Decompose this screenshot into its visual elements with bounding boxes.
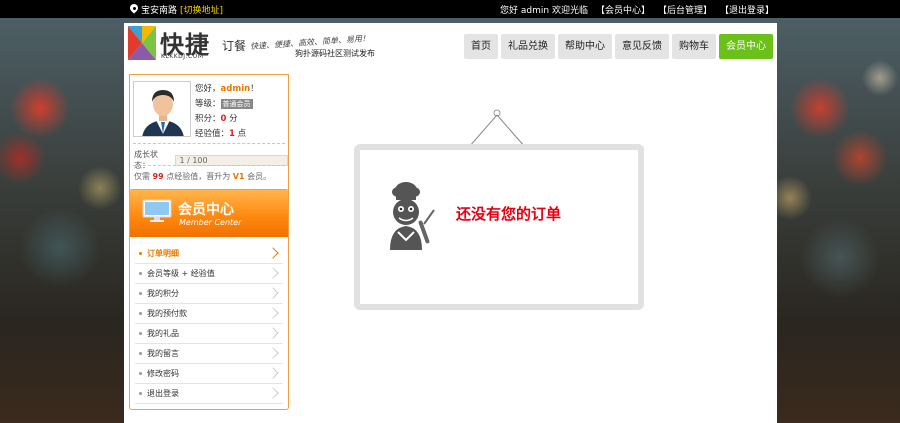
user-hello: 您好，admin！ [195, 82, 259, 97]
nav-cart[interactable]: 购物车 [672, 34, 716, 59]
chef-icon [390, 182, 435, 250]
main-container: 快捷 订餐 KLKKDJ.COM 快速、便捷、高效、简单、易用！ 狗扑源码社区测… [124, 23, 777, 423]
nav-feedback[interactable]: 意见反馈 [615, 34, 669, 59]
growth-progress-bar: 1 / 100 [175, 154, 288, 166]
menu-item-prepayment[interactable]: 我的预付款 [135, 304, 283, 324]
menu-item-label: 会员等级 + 经验值 [147, 269, 215, 278]
empty-orders-board: 还没有您的订单 [354, 144, 644, 310]
location-pin-icon [130, 4, 138, 15]
growth-status: 成长状态： 1 / 100 [134, 149, 288, 171]
menu-item-change-password[interactable]: 修改密码 [135, 364, 283, 384]
menu-item-label: 退出登录 [147, 389, 179, 398]
growth-label: 成长状态： [134, 150, 158, 170]
chevron-right-icon [267, 287, 279, 299]
chevron-right-icon [267, 367, 279, 379]
nav-home[interactable]: 首页 [464, 34, 498, 59]
avatar [133, 81, 191, 137]
divider [133, 165, 285, 166]
tip-mid: 点经验值，晋升为 [166, 172, 231, 181]
menu-item-logout[interactable]: 退出登录 [135, 384, 283, 404]
chevron-right-icon [267, 247, 279, 259]
menu-item-label: 修改密码 [147, 369, 179, 378]
username: admin [220, 84, 251, 94]
tip-prefix: 仅需 [134, 172, 150, 181]
tip-level: V1 [232, 172, 245, 181]
exp-unit: 点 [237, 129, 247, 139]
menu-item-level-exp[interactable]: 会员等级 + 经验值 [135, 264, 283, 284]
level-label: 等级： [195, 99, 221, 109]
member-center-subtitle: Member Center [179, 218, 242, 227]
chevron-right-icon [267, 327, 279, 339]
menu-item-label: 订单明细 [147, 249, 179, 258]
member-center-title: 会员中心 [178, 202, 234, 218]
exp-label: 经验值： [195, 129, 230, 139]
menu-item-my-gifts[interactable]: 我的礼品 [135, 324, 283, 344]
member-center-menu: 会员中心 Member Center 订单明细 会员等级 + 经验值 我的积分 … [129, 189, 289, 410]
divider [133, 143, 285, 144]
nav-gift-exchange[interactable]: 礼品兑换 [501, 34, 555, 59]
menu-item-my-points[interactable]: 我的积分 [135, 284, 283, 304]
chevron-right-icon [267, 267, 279, 279]
location-area: 宝安南路 [切换地址] [130, 3, 223, 16]
menu-item-label: 我的礼品 [147, 329, 179, 338]
points-label: 积分： [195, 114, 221, 124]
tagline: 狗扑源码社区测试发布 [295, 49, 375, 58]
menu-item-label: 我的积分 [147, 289, 179, 298]
nav-member-center[interactable]: 会员中心 [719, 34, 773, 59]
chevron-right-icon [267, 347, 279, 359]
menu-item-label: 我的留言 [147, 349, 179, 358]
nav-help-center[interactable]: 帮助中心 [558, 34, 612, 59]
user-exp: 经验值：1 点 [195, 127, 259, 142]
points-value: 0 [220, 114, 227, 124]
switch-address-link[interactable]: [切换地址] [180, 3, 223, 16]
greeting-text: 您好 admin 欢迎光临 [500, 6, 588, 16]
hello-prefix: 您好， [195, 84, 221, 94]
user-info: 您好，admin！ 等级： 普通会员 积分：0 分 经验值：1 点 [195, 82, 259, 142]
top-bar: 宝安南路 [切换地址] 您好 admin 欢迎光临 【会员中心】 【后台管理】 … [0, 0, 900, 18]
logout-link[interactable]: 【退出登录】 [720, 3, 774, 16]
upgrade-tip: 仅需 99 点经验值，晋升为 V1 会员。 [134, 171, 271, 182]
chevron-right-icon [267, 307, 279, 319]
user-points: 积分：0 分 [195, 112, 259, 127]
user-avatar-icon [134, 82, 190, 136]
points-unit: 分 [229, 114, 238, 124]
current-location: 宝安南路 [141, 6, 178, 16]
main-nav: 首页 礼品兑换 帮助中心 意见反馈 购物车 会员中心 [464, 34, 773, 59]
user-panel: 您好，admin！ 等级： 普通会员 积分：0 分 经验值：1 点 成长状态： 1… [129, 74, 289, 206]
logo-url: KLKKDJ.COM [161, 53, 204, 60]
top-links: 您好 admin 欢迎光临 【会员中心】 【后台管理】 【退出登录】 [500, 3, 774, 16]
chevron-right-icon [267, 387, 279, 399]
member-menu-list: 订单明细 会员等级 + 经验值 我的积分 我的预付款 我的礼品 我的留言 修改密… [135, 244, 283, 404]
exp-value: 1 [229, 129, 235, 139]
logo-icon[interactable] [128, 26, 156, 60]
logo-subtext: 订餐 [222, 39, 247, 53]
menu-item-my-messages[interactable]: 我的留言 [135, 344, 283, 364]
member-center-link[interactable]: 【会员中心】 [596, 3, 650, 16]
user-level: 等级： 普通会员 [195, 97, 259, 112]
member-center-header: 会员中心 Member Center [130, 190, 288, 237]
menu-item-order-details[interactable]: 订单明细 [135, 244, 283, 264]
menu-item-label: 我的预付款 [147, 309, 187, 318]
level-badge: 普通会员 [220, 99, 253, 109]
monitor-icon [142, 199, 172, 222]
hello-suffix: ！ [250, 84, 259, 94]
tip-need-exp: 99 [152, 172, 164, 181]
tip-suffix: 会员。 [247, 172, 272, 181]
admin-link[interactable]: 【后台管理】 [658, 3, 712, 16]
empty-orders-message: 还没有您的订单 [456, 205, 562, 223]
